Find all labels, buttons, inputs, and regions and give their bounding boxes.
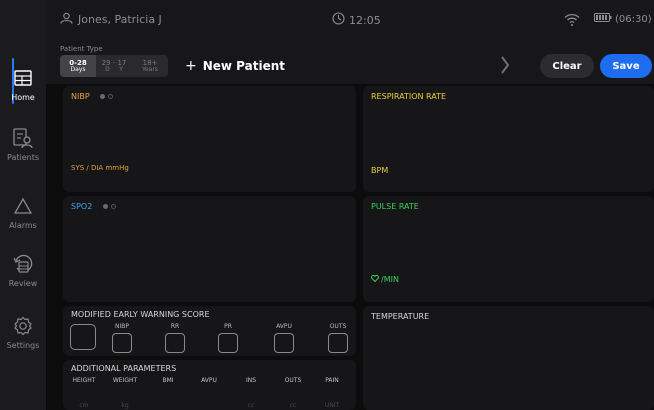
mews-label-outs: OUTS [329, 323, 347, 330]
sidebar-item-review[interactable]: Review [0, 244, 46, 308]
sidebar-item-label: Alarms [9, 221, 37, 230]
mews-score-outs [328, 333, 348, 353]
chevron-right-icon[interactable] [500, 55, 510, 79]
param-ins[interactable]: INS cc [231, 377, 271, 409]
nibp-panel[interactable]: NIBP SYS / DIA mmHg [63, 86, 356, 192]
alarm-icon [14, 194, 32, 218]
param-weight[interactable]: WEIGHT kg [105, 377, 145, 409]
spo2-title: SPO2 [71, 202, 116, 211]
sidebar-item-home[interactable]: Home [0, 58, 46, 122]
additional-parameters-title: ADDITIONAL PARAMETERS [71, 364, 177, 373]
clock-time: 12:05 [349, 13, 381, 27]
save-button[interactable]: Save [600, 54, 652, 78]
pulse-title: PULSE RATE [371, 202, 419, 211]
new-patient-button[interactable]: + New Patient [185, 58, 285, 74]
nibp-title: NIBP [71, 92, 114, 101]
respiration-rate-panel[interactable]: RESPIRATION RATE BPM [363, 86, 654, 192]
param-pain[interactable]: PAIN UNIT [312, 377, 352, 409]
patient-header: Patient Type 0-28 Days 29 - 17 D Y 18+ Y… [46, 40, 654, 84]
sidebar-item-label: Home [11, 93, 35, 102]
pulse-rate-panel[interactable]: PULSE RATE /MIN [363, 196, 654, 302]
mews-label-nibp: NIBP [115, 323, 129, 330]
heart-icon [371, 274, 379, 284]
clock-icon [332, 12, 345, 28]
clear-button[interactable]: Clear [540, 54, 594, 78]
spo2-panel[interactable]: SPO2 [63, 196, 356, 302]
param-height[interactable]: HEIGHT cm [64, 377, 104, 409]
mews-label-avpu: AVPU [276, 323, 292, 330]
page-indicator [100, 94, 114, 99]
mews-score-rr [165, 333, 185, 353]
sidebar-item-label: Settings [6, 341, 40, 350]
patient-name: Jones, Patricia J [78, 13, 162, 26]
param-bmi[interactable]: BMI [148, 377, 188, 402]
settings-icon [13, 314, 33, 338]
temperature-panel[interactable]: TEMPERATURE [363, 306, 654, 410]
sidebar-item-patients[interactable]: Patients [0, 118, 46, 182]
patient-type-newborn[interactable]: 0-28 Days [60, 55, 96, 77]
wifi-icon [564, 11, 580, 30]
system-clock: 12:05 [332, 12, 381, 28]
patient-type-selector: 0-28 Days 29 - 17 D Y 18+ Years [60, 55, 168, 77]
mews-label-pr: PR [224, 323, 232, 330]
mews-title: MODIFIED EARLY WARNING SCORE [71, 310, 210, 319]
sidebar: Home Patients Alarms Review Settings [0, 0, 46, 410]
pulse-unit: /MIN [371, 274, 399, 284]
mews-score-pr [218, 333, 238, 353]
battery-time: (06:30) [615, 13, 652, 25]
plus-icon: + [185, 58, 197, 74]
patient-type-label: Patient Type [60, 45, 103, 53]
patient-type-pediatric[interactable]: 29 - 17 D Y [96, 55, 132, 77]
new-patient-label: New Patient [202, 59, 286, 73]
review-icon [12, 252, 34, 276]
respiration-unit: BPM [371, 166, 389, 175]
sidebar-item-label: Review [8, 279, 38, 288]
sidebar-item-settings[interactable]: Settings [0, 306, 46, 370]
patients-icon [12, 126, 34, 150]
user-icon [60, 12, 73, 27]
sidebar-item-label: Patients [6, 153, 40, 162]
mews-panel[interactable]: MODIFIED EARLY WARNING SCORE NIBP RR PR … [63, 306, 356, 356]
mews-score-avpu [274, 333, 294, 353]
battery-status: (06:30) [594, 13, 652, 25]
temperature-title: TEMPERATURE [371, 312, 430, 321]
additional-parameters-panel[interactable]: ADDITIONAL PARAMETERS HEIGHT cm WEIGHT k… [63, 360, 356, 410]
current-user: Jones, Patricia J [60, 12, 162, 27]
param-avpu[interactable]: AVPU [189, 377, 229, 402]
mews-total-score [70, 324, 96, 350]
home-icon [14, 66, 32, 90]
battery-icon [594, 13, 612, 25]
status-bar: Jones, Patricia J 12:05 (06:30) [46, 0, 654, 40]
patient-type-adult[interactable]: 18+ Years [132, 55, 168, 77]
respiration-title: RESPIRATION RATE [371, 92, 447, 101]
mews-score-nibp [112, 333, 132, 353]
page-indicator [102, 204, 116, 209]
sidebar-item-alarms[interactable]: Alarms [0, 186, 46, 250]
mews-label-rr: RR [170, 323, 180, 330]
param-outs[interactable]: OUTS cc [273, 377, 313, 409]
nibp-unit: SYS / DIA mmHg [71, 164, 129, 172]
